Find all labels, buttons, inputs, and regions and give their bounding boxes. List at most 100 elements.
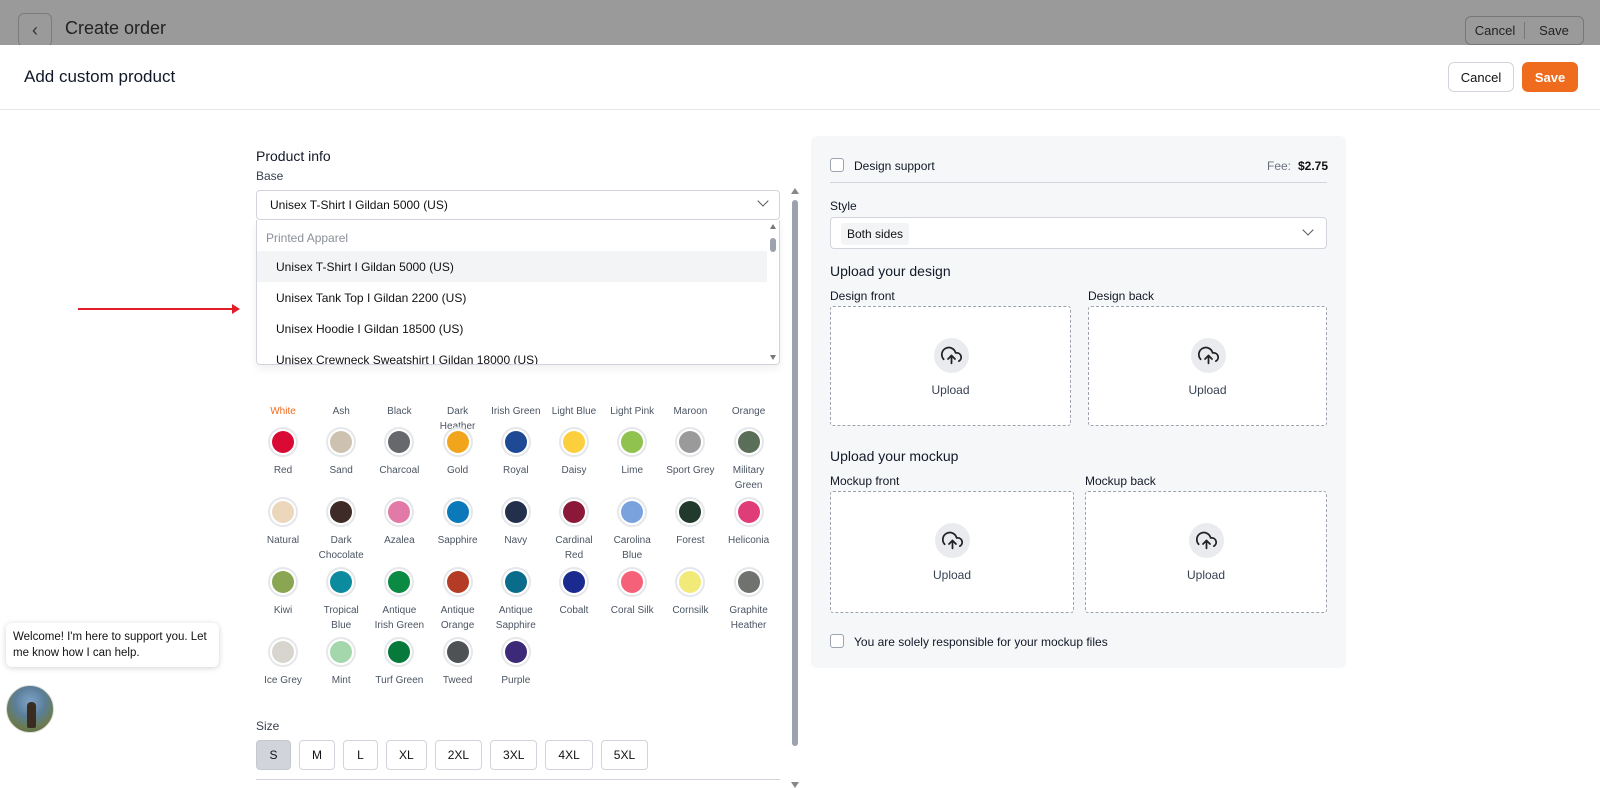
size-option-s[interactable]: S: [256, 740, 291, 770]
size-option-5xl[interactable]: 5XL: [600, 740, 649, 770]
swatch-color-dot: [621, 501, 644, 523]
scroll-down-icon[interactable]: [770, 355, 776, 360]
swatch-color-dot: [330, 571, 353, 593]
chat-welcome-bubble[interactable]: Welcome! I'm here to support you. Let me…: [6, 623, 219, 667]
design-back-upload[interactable]: Upload: [1088, 306, 1327, 426]
swatch-ring: [675, 497, 706, 527]
color-swatch[interactable]: Forest: [663, 497, 717, 548]
design-support-checkbox[interactable]: [830, 158, 844, 172]
color-swatch[interactable]: Sand: [314, 427, 368, 478]
mockup-responsibility-label: You are solely responsible for your mock…: [854, 635, 1108, 649]
color-swatch[interactable]: Mint: [314, 637, 368, 688]
color-swatch[interactable]: Sport Grey: [663, 427, 717, 478]
swatch-ring: [326, 497, 357, 527]
color-swatch[interactable]: Charcoal: [372, 427, 426, 478]
upload-cloud-icon: [935, 523, 970, 558]
mockup-back-label: Mockup back: [1085, 474, 1156, 488]
scroll-up-icon[interactable]: [770, 224, 776, 229]
color-swatch[interactable]: Gold: [431, 427, 485, 478]
back-button[interactable]: ‹: [18, 13, 52, 47]
design-panel: Design support Fee: $2.75 Style Both sid…: [811, 136, 1346, 668]
color-name: Daisy: [561, 465, 587, 476]
swatch-ring: [384, 427, 415, 457]
color-name: Antique Irish Green: [374, 605, 425, 631]
color-name: Coral Silk: [610, 605, 654, 616]
page-scrollbar[interactable]: [791, 188, 799, 788]
design-back-label: Design back: [1088, 289, 1155, 303]
background-cancel-button[interactable]: Cancel: [1466, 23, 1524, 38]
size-option-m[interactable]: M: [299, 740, 335, 770]
color-swatch[interactable]: Graphite Heather: [722, 567, 776, 633]
color-swatch[interactable]: Antique Sapphire: [489, 567, 543, 633]
size-option-xl[interactable]: XL: [386, 740, 427, 770]
scrollbar-thumb[interactable]: [770, 238, 776, 252]
color-swatch[interactable]: Cornsilk: [663, 567, 717, 618]
swatch-color-dot: [446, 641, 469, 663]
color-swatch[interactable]: Sapphire: [431, 497, 485, 548]
swatch-ring: [559, 427, 589, 457]
page-title: Create order: [65, 18, 167, 38]
background-save-button[interactable]: Save: [1525, 23, 1583, 38]
cancel-button[interactable]: Cancel: [1448, 62, 1514, 92]
swatch-ring: [326, 567, 357, 597]
color-name: Azalea: [384, 535, 415, 546]
design-front-upload[interactable]: Upload: [830, 306, 1071, 426]
upload-text: Upload: [932, 568, 972, 582]
color-swatch[interactable]: Carolina Blue: [605, 497, 659, 563]
scrollbar-thumb[interactable]: [792, 200, 798, 746]
save-button[interactable]: Save: [1522, 62, 1578, 92]
style-select-value: Both sides: [841, 223, 910, 245]
base-select[interactable]: Unisex T-Shirt I Gildan 5000 (US): [256, 190, 780, 220]
color-swatch[interactable]: Cardinal Red: [547, 497, 601, 563]
color-swatch[interactable]: Turf Green: [372, 637, 426, 688]
upload-cloud-icon: [1189, 523, 1224, 558]
color-swatch[interactable]: Dark Chocolate: [314, 497, 368, 563]
color-swatch[interactable]: Royal: [489, 427, 543, 478]
color-swatch[interactable]: Natural: [256, 497, 310, 548]
color-swatch[interactable]: Kiwi: [256, 567, 310, 618]
swatch-color-dot: [330, 501, 353, 523]
swatch-ring: [442, 497, 473, 527]
scroll-up-icon[interactable]: [791, 188, 799, 194]
size-options: S M L XL 2XL 3XL 4XL 5XL: [256, 740, 649, 770]
swatch-ring: [733, 567, 764, 597]
size-option-2xl[interactable]: 2XL: [434, 740, 483, 770]
color-swatch[interactable]: Red: [256, 427, 310, 478]
color-name: Lime: [621, 465, 644, 476]
color-swatch[interactable]: Daisy: [547, 427, 601, 478]
color-swatch[interactable]: Cobalt: [547, 567, 601, 618]
color-swatch[interactable]: Lime: [605, 427, 659, 478]
style-select[interactable]: Both sides: [830, 217, 1327, 249]
mockup-front-upload[interactable]: Upload: [830, 491, 1074, 613]
dropdown-option[interactable]: Unisex T-Shirt I Gildan 5000 (US): [257, 251, 767, 282]
color-swatch[interactable]: Purple: [489, 637, 543, 688]
dropdown-option[interactable]: Unisex Tank Top I Gildan 2200 (US): [257, 282, 767, 313]
mockup-back-upload[interactable]: Upload: [1085, 491, 1327, 613]
color-swatch[interactable]: Coral Silk: [605, 567, 659, 618]
size-option-3xl[interactable]: 3XL: [490, 740, 538, 770]
size-option-4xl[interactable]: 4XL: [545, 740, 593, 770]
swatch-ring: [500, 427, 531, 457]
scroll-down-icon[interactable]: [791, 782, 799, 788]
dropdown-option[interactable]: Unisex Hoodie I Gildan 18500 (US): [257, 313, 767, 344]
size-option-l[interactable]: L: [343, 740, 378, 770]
color-swatch[interactable]: Ice Grey: [256, 637, 310, 688]
color-swatch[interactable]: Antique Orange: [431, 567, 485, 633]
color-name: Tropical Blue: [323, 605, 359, 631]
mockup-responsibility-checkbox[interactable]: [830, 634, 844, 648]
color-swatch[interactable]: Azalea: [372, 497, 426, 548]
dropdown-scrollbar[interactable]: [770, 224, 776, 360]
support-avatar[interactable]: [6, 685, 54, 733]
swatch-ring: [384, 567, 415, 597]
swatch-color-dot: [272, 641, 294, 663]
color-swatch[interactable]: Heliconia: [722, 497, 776, 548]
color-swatch[interactable]: Tweed: [431, 637, 485, 688]
color-swatch[interactable]: Military Green: [722, 427, 776, 493]
color-swatch[interactable]: Navy: [489, 497, 543, 548]
base-select-value: Unisex T-Shirt I Gildan 5000 (US): [270, 198, 448, 212]
dropdown-option[interactable]: Unisex Crewneck Sweatshirt I Gildan 1800…: [257, 344, 767, 364]
color-swatch[interactable]: Antique Irish Green: [372, 567, 426, 633]
color-swatch[interactable]: Tropical Blue: [314, 567, 368, 633]
swatch-ring: [675, 427, 706, 457]
color-name: Cornsilk: [672, 605, 709, 616]
